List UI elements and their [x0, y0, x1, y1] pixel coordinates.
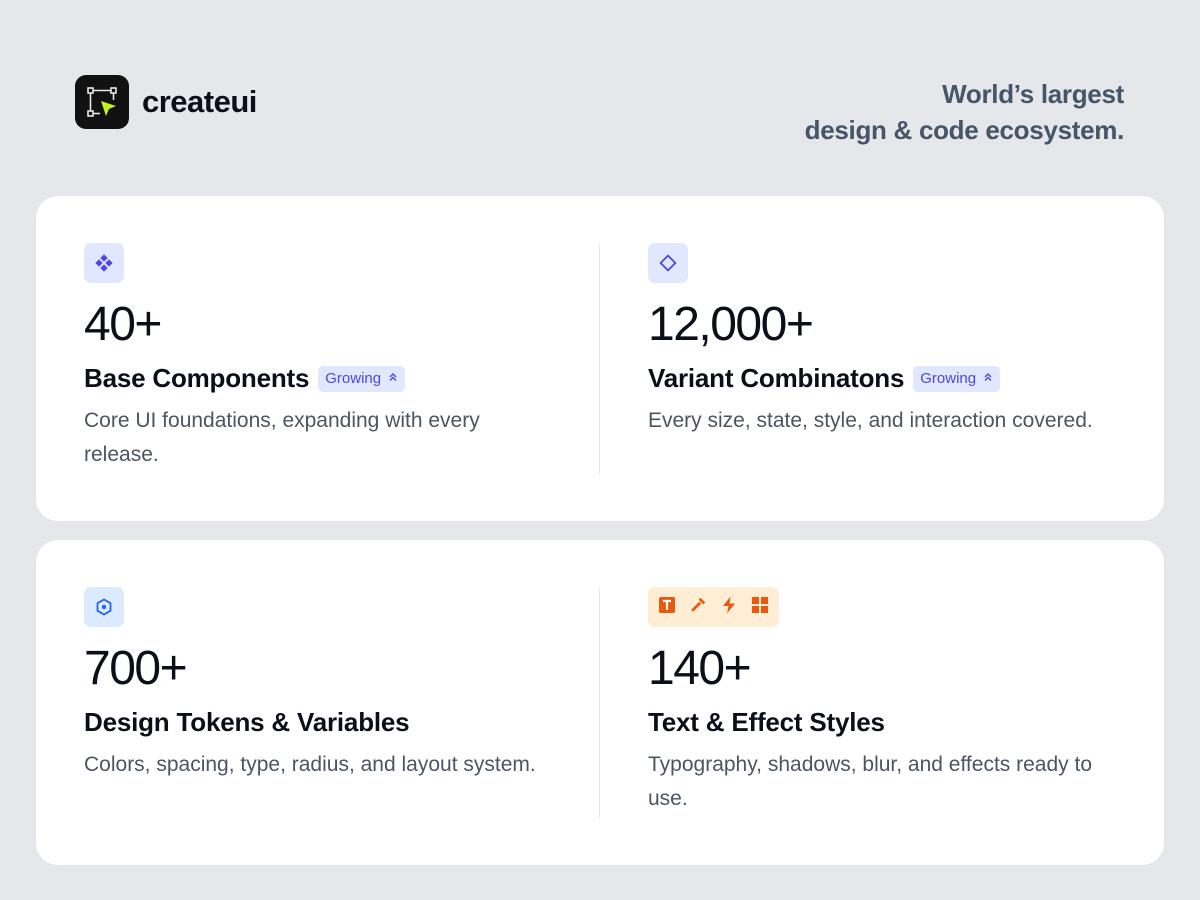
- color-picker-icon: [688, 595, 708, 620]
- growing-badge: Growing: [913, 365, 1001, 392]
- token-hexagon-icon: [84, 587, 124, 627]
- stat-title-row: Variant Combinatons Growing: [648, 363, 1118, 394]
- effect-bolt-icon: [719, 595, 739, 620]
- stat-value: 12,000+: [648, 298, 814, 351]
- tagline: World’s largest design & code ecosystem.: [804, 76, 1125, 148]
- growing-badge: Growing: [318, 365, 406, 392]
- stat-description: Colors, spacing, type, radius, and layou…: [84, 753, 536, 776]
- stat-variant-combinations: 12,000+ Variant Combinatons Growing Ever…: [648, 243, 1118, 438]
- stat-description: Every size, state, style, and interactio…: [648, 409, 1093, 432]
- stat-title: Variant Combinatons: [648, 363, 905, 393]
- stat-text-effect-styles: 140+ Text & Effect Styles Typography, sh…: [648, 587, 1118, 816]
- stat-title-row: Design Tokens & Variables: [84, 707, 554, 738]
- cursor-selection-icon: [75, 75, 129, 129]
- stat-description: Core UI foundations, expanding with ever…: [84, 409, 480, 466]
- stat-title: Text & Effect Styles: [648, 707, 885, 737]
- page: createui World’s largest design & code e…: [0, 0, 1200, 900]
- badge-label: Growing: [920, 370, 977, 387]
- stat-value: 140+: [648, 642, 752, 695]
- brand[interactable]: createui: [75, 75, 257, 129]
- tagline-line-1: World’s largest: [942, 79, 1124, 109]
- style-icons-group: [648, 587, 779, 627]
- stat-base-components: 40+ Base Components Growing Core UI foun…: [84, 243, 554, 472]
- stat-title-row: Base Components Growing: [84, 363, 554, 394]
- divider: [599, 587, 600, 818]
- stat-title: Design Tokens & Variables: [84, 707, 410, 737]
- tagline-line-2: design & code ecosystem.: [804, 115, 1125, 145]
- stat-design-tokens: 700+ Design Tokens & Variables Colors, s…: [84, 587, 554, 782]
- text-style-icon: [657, 595, 677, 620]
- grid-layout-icon: [750, 595, 770, 620]
- badge-label: Growing: [325, 370, 382, 387]
- stat-description: Typography, shadows, blur, and effects r…: [648, 753, 1092, 810]
- brand-name: createui: [142, 84, 257, 119]
- components-icon: [84, 243, 124, 283]
- stat-title-row: Text & Effect Styles: [648, 707, 1118, 738]
- stat-title: Base Components: [84, 363, 310, 393]
- stat-value: 700+: [84, 642, 188, 695]
- divider: [599, 243, 600, 474]
- stats-card-bottom: 700+ Design Tokens & Variables Colors, s…: [36, 540, 1164, 865]
- double-chevron-up-icon: [388, 372, 398, 385]
- double-chevron-up-icon: [983, 372, 993, 385]
- stats-card-top: 40+ Base Components Growing Core UI foun…: [36, 196, 1164, 521]
- stat-value: 40+: [84, 298, 162, 351]
- variant-diamond-icon: [648, 243, 688, 283]
